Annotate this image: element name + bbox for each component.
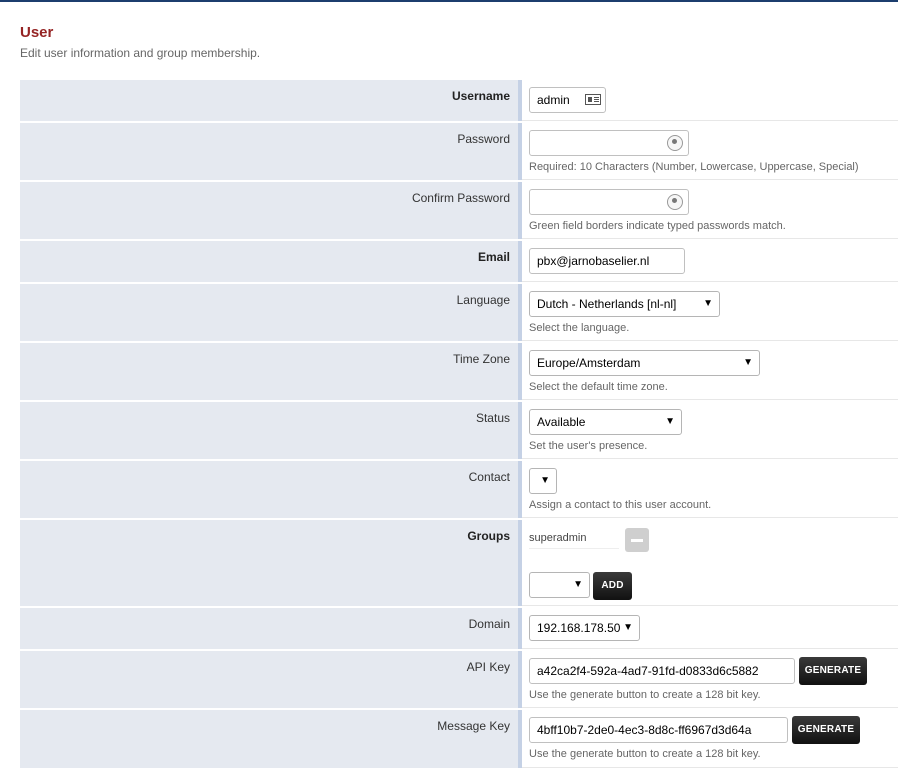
api-key-label: API Key — [466, 660, 510, 674]
domain-label: Domain — [468, 617, 510, 631]
remove-group-button[interactable] — [625, 528, 649, 552]
language-description: Select the language. — [529, 322, 630, 334]
label-cell: Time Zone — [20, 343, 522, 400]
dropdown-arrow-icon: ▼ — [540, 475, 550, 486]
field-cell: Available ▼ Set the user's presence. — [522, 402, 898, 459]
row-confirm-password: Confirm Password Green field borders ind… — [20, 182, 898, 239]
language-select[interactable]: Dutch - Netherlands [nl-nl] ▼ — [529, 291, 720, 317]
confirm-password-input[interactable] — [529, 189, 689, 215]
password-input[interactable] — [529, 130, 689, 156]
label-cell: Contact — [20, 461, 522, 518]
dropdown-arrow-icon: ▼ — [703, 298, 713, 309]
label-cell: Domain — [20, 608, 522, 649]
password-visibility-icon[interactable] — [667, 194, 683, 210]
page-title: User — [20, 24, 54, 41]
time-zone-label: Time Zone — [453, 352, 510, 366]
generate-message-key-button[interactable]: GENERATE — [792, 716, 860, 744]
label-cell: Language — [20, 284, 522, 341]
field-cell: Required: 10 Characters (Number, Lowerca… — [522, 123, 898, 180]
confirm-password-label: Confirm Password — [411, 191, 510, 205]
row-email: Email pbx@jarnobaselier.nl — [20, 241, 898, 282]
label-cell: Username — [20, 80, 522, 121]
dropdown-arrow-icon: ▼ — [623, 622, 633, 633]
contact-description: Assign a contact to this user account. — [529, 499, 712, 511]
username-label: Username — [451, 89, 510, 103]
label-cell: Email — [20, 241, 522, 282]
page-subtitle: Edit user information and group membersh… — [20, 46, 261, 60]
field-cell: admin — [522, 80, 898, 121]
row-password: Password Required: 10 Characters (Number… — [20, 123, 898, 180]
row-groups: Groups superadmin ▼ ADD — [20, 520, 898, 606]
field-cell: 4bff10b7-2de0-4ec3-8d8c-ff6967d3d64a GEN… — [522, 710, 898, 768]
dropdown-arrow-icon: ▼ — [743, 357, 753, 368]
label-cell: Status — [20, 402, 522, 459]
api-key-description: Use the generate button to create a 128 … — [529, 689, 761, 701]
row-status: Status Available ▼ Set the user's presen… — [20, 402, 898, 459]
contact-label: Contact — [468, 470, 510, 484]
row-api-key: API Key a42ca2f4-592a-4ad7-91fd-d0833d6c… — [20, 651, 898, 708]
row-message-key: Message Key 4bff10b7-2de0-4ec3-8d8c-ff69… — [20, 710, 898, 768]
field-cell: ▼ Assign a contact to this user account. — [522, 461, 898, 518]
top-border — [0, 0, 898, 2]
row-username: Username admin — [20, 80, 898, 121]
message-key-label: Message Key — [437, 719, 510, 733]
field-cell: Green field borders indicate typed passw… — [522, 182, 898, 239]
password-label: Password — [457, 132, 510, 146]
domain-value: 192.168.178.50 — [537, 621, 621, 635]
time-zone-description: Select the default time zone. — [529, 381, 668, 393]
row-contact: Contact ▼ Assign a contact to this user … — [20, 461, 898, 518]
email-input[interactable]: pbx@jarnobaselier.nl — [529, 248, 685, 274]
label-cell: Password — [20, 123, 522, 180]
field-cell: a42ca2f4-592a-4ad7-91fd-d0833d6c5882 GEN… — [522, 651, 898, 708]
contact-select[interactable]: ▼ — [529, 468, 557, 494]
password-description: Required: 10 Characters (Number, Lowerca… — [529, 161, 859, 173]
field-cell: pbx@jarnobaselier.nl — [522, 241, 898, 282]
api-key-input[interactable]: a42ca2f4-592a-4ad7-91fd-d0833d6c5882 — [529, 658, 795, 684]
message-key-description: Use the generate button to create a 128 … — [529, 748, 761, 760]
add-group-button[interactable]: ADD — [593, 572, 632, 600]
language-label: Language — [456, 293, 510, 307]
password-visibility-icon[interactable] — [667, 135, 683, 151]
groups-label: Groups — [467, 529, 510, 543]
label-cell: Message Key — [20, 710, 522, 768]
field-cell: superadmin ▼ ADD — [522, 520, 898, 606]
row-domain: Domain 192.168.178.50 ▼ — [20, 608, 898, 649]
field-cell: Dutch - Netherlands [nl-nl] ▼ Select the… — [522, 284, 898, 341]
language-value: Dutch - Netherlands [nl-nl] — [537, 297, 677, 311]
contact-card-icon[interactable] — [585, 94, 601, 105]
row-language: Language Dutch - Netherlands [nl-nl] ▼ S… — [20, 284, 898, 341]
group-select[interactable]: ▼ — [529, 572, 590, 598]
status-value: Available — [537, 415, 586, 429]
dropdown-arrow-icon: ▼ — [573, 579, 583, 590]
username-input[interactable]: admin — [529, 87, 606, 113]
time-zone-value: Europe/Amsterdam — [537, 356, 641, 370]
time-zone-select[interactable]: Europe/Amsterdam ▼ — [529, 350, 760, 376]
confirm-password-description: Green field borders indicate typed passw… — [529, 220, 786, 232]
username-value: admin — [537, 93, 570, 107]
label-cell: Groups — [20, 520, 522, 606]
message-key-input[interactable]: 4bff10b7-2de0-4ec3-8d8c-ff6967d3d64a — [529, 717, 788, 743]
group-item: superadmin — [529, 532, 619, 549]
label-cell: API Key — [20, 651, 522, 708]
label-cell: Confirm Password — [20, 182, 522, 239]
field-cell: 192.168.178.50 ▼ — [522, 608, 898, 649]
status-label: Status — [475, 411, 510, 425]
domain-select[interactable]: 192.168.178.50 ▼ — [529, 615, 640, 641]
email-label: Email — [477, 250, 510, 264]
row-time-zone: Time Zone Europe/Amsterdam ▼ Select the … — [20, 343, 898, 400]
generate-api-key-button[interactable]: GENERATE — [799, 657, 867, 685]
field-cell: Europe/Amsterdam ▼ Select the default ti… — [522, 343, 898, 400]
status-description: Set the user's presence. — [529, 440, 648, 452]
status-select[interactable]: Available ▼ — [529, 409, 682, 435]
dropdown-arrow-icon: ▼ — [665, 416, 675, 427]
